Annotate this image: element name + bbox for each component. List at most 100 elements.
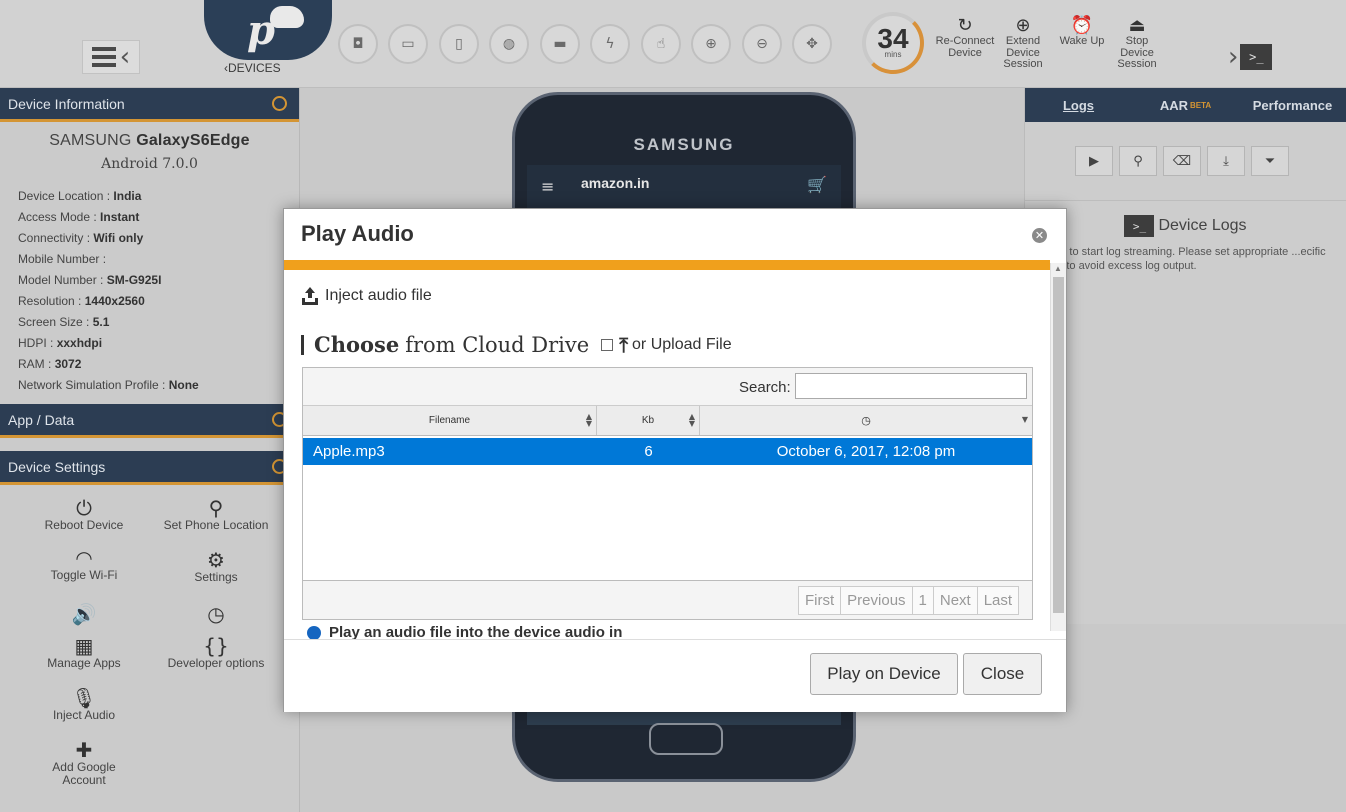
zoom-out-icon[interactable]: ⊖ (742, 24, 782, 64)
log-toolbar: ▶ ⚲ ⌫ ⤓ ⏷ (1025, 122, 1346, 176)
column-date[interactable]: ◷ ▼ (700, 406, 1032, 435)
location-label: Set Phone Location (163, 518, 269, 532)
reconnect-device-button[interactable]: ↻ Re-Connect Device (934, 16, 996, 59)
search-input[interactable] (795, 373, 1027, 399)
column-size[interactable]: Kb ▲ ▼ (597, 406, 700, 435)
reboot-device-button[interactable]: ⏻ Reboot Device (18, 497, 150, 532)
inject-audio-heading: Inject audio file (301, 286, 432, 306)
eraser-icon[interactable]: ⌫ (1163, 146, 1201, 176)
toggle-wifi-button[interactable]: ◠ Toggle Wi-Fi (18, 547, 150, 582)
braces-icon: {} (203, 634, 229, 658)
touch-icon[interactable]: ☝ (641, 24, 681, 64)
terminal-toggle-button[interactable]: › >_ (1228, 40, 1288, 74)
page-last-button[interactable]: Last (978, 587, 1018, 614)
developer-options-button[interactable]: {} Developer options (150, 635, 282, 670)
pcloudy-logo: p (204, 0, 332, 60)
hamburger-icon[interactable]: ≡ (541, 177, 554, 196)
manage-apps-button[interactable]: ▦ Manage Apps (18, 635, 150, 670)
play-on-device-button[interactable]: Play on Device (810, 653, 958, 695)
zoom-in-icon[interactable]: ⊕ (691, 24, 731, 64)
table-row[interactable]: Apple.mp3 6 October 6, 2017, 12:08 pm (303, 438, 1032, 465)
set-location-button[interactable]: ⚲ Set Phone Location (150, 497, 282, 532)
sort-icon: ▲ ▼ (585, 412, 592, 428)
volume-button[interactable]: 🔊 (18, 603, 150, 625)
tab-logs[interactable]: Logs (1025, 88, 1132, 122)
device-information-header[interactable]: Device Information (0, 88, 299, 122)
session-timer: 34 mins (862, 12, 924, 74)
upload-file-checkbox[interactable] (601, 338, 614, 351)
prop-value: 5.1 (92, 315, 110, 329)
dialog-footer: Play on Device Close (284, 639, 1066, 712)
add-google-account-button[interactable]: ✚ Add Google Account (18, 739, 150, 787)
extend-session-button[interactable]: ⊕ Extend Device Session (1000, 16, 1046, 71)
app-header: ≡ amazon.in 🛒 (527, 165, 841, 209)
column-filename[interactable]: Filename ▲ ▼ (303, 406, 597, 435)
volume-icon: 🔊 (71, 602, 97, 626)
filter-icon[interactable]: ⏷ (1251, 146, 1289, 176)
stop-label-3: Session (1117, 58, 1157, 70)
sort-icon: ▲ ▼ (688, 412, 695, 428)
stop-session-button[interactable]: ⏏ Stop Device Session (1114, 16, 1160, 71)
fullscreen-icon[interactable]: ✥ (792, 24, 832, 64)
right-panel: Logs AAR BETA Performance ▶ ⚲ ⌫ ⤓ ⏷ >_ De… (1024, 88, 1346, 624)
extend-label-1: Extend (1005, 35, 1041, 47)
search-icon[interactable]: ⚲ (1119, 146, 1157, 176)
flash-icon[interactable]: ϟ (590, 24, 630, 64)
upload-arrow-icon: ⤒ (619, 332, 629, 357)
extend-icon: ⊕ (1015, 15, 1031, 36)
table-header: Filename ▲ ▼ Kb ▲ ▼ ◷ ▼ (303, 406, 1032, 436)
prop-value: None (168, 378, 199, 392)
prop-value: 3072 (54, 357, 82, 371)
wake-up-label: Wake Up (1059, 35, 1105, 47)
globe-icon[interactable]: ◍ (489, 24, 529, 64)
alarm-clock-icon: ⏰ (1070, 15, 1094, 36)
page-number-button[interactable]: 1 (913, 587, 934, 614)
device-settings-title: Device Settings (8, 458, 106, 475)
wake-up-button[interactable]: ⏰ Wake Up (1058, 16, 1106, 48)
inject-audio-button[interactable]: 🎙 Inject Audio (18, 687, 150, 722)
camera-icon[interactable]: ◘ (338, 24, 378, 64)
rectangle-icon[interactable]: ▭ (388, 24, 428, 64)
tab-performance[interactable]: Performance (1239, 88, 1346, 122)
devices-link[interactable]: ‹DEVICES (224, 61, 281, 75)
close-button[interactable]: Close (963, 653, 1042, 695)
app-data-title: App / Data (8, 411, 75, 428)
settings-label: Settings (194, 570, 238, 584)
play-icon[interactable]: ▶ (1075, 146, 1113, 176)
upload-tray-icon (302, 287, 318, 305)
accent-bar (284, 260, 1050, 270)
clock-icon: ◷ (861, 414, 871, 427)
sort-desc-icon: ▼ (1021, 415, 1028, 424)
prop-label: Screen Size : (18, 315, 90, 329)
menu-toggle-button[interactable]: ‹ (82, 40, 140, 74)
device-model: GalaxyS6Edge (136, 132, 250, 149)
page-first-button[interactable]: First (799, 587, 842, 614)
settings-button[interactable]: ⚙ Settings (150, 549, 282, 584)
search-label: Search: (739, 379, 791, 396)
prop-label: Network Simulation Profile : (18, 378, 166, 392)
tab-aar[interactable]: AAR BETA (1132, 88, 1239, 122)
left-panel: Device Information SAMSUNG GalaxyS6Edge … (0, 88, 300, 812)
keyboard-icon[interactable]: ▬ (540, 24, 580, 64)
pagination: First Previous 1 Next Last (798, 586, 1020, 615)
download-icon[interactable]: ⤓ (1207, 146, 1245, 176)
wifi-icon: ◠ (75, 546, 93, 570)
tab-performance-label: Performance (1252, 97, 1333, 113)
phone-icon[interactable]: ▯ (439, 24, 479, 64)
inject-audio-label: Inject audio file (325, 287, 432, 304)
cart-icon[interactable]: 🛒 (807, 175, 827, 194)
screen-record-button[interactable]: ◷ (150, 603, 282, 625)
reconnect-label-2: Device (948, 46, 982, 59)
close-icon[interactable]: ✕ (1032, 228, 1047, 243)
app-data-header[interactable]: App / Data (0, 404, 299, 438)
developer-label: Developer options (167, 656, 265, 670)
page-next-button[interactable]: Next (934, 587, 978, 614)
page-previous-button[interactable]: Previous (841, 587, 913, 614)
table-search-bar: Search: (303, 368, 1032, 406)
play-audio-dialog: Play Audio ✕ ▲ Inject audio file Choose … (283, 208, 1067, 712)
android-version: Android 7.0.0 (101, 156, 198, 172)
collapse-icon[interactable] (272, 96, 287, 111)
home-button[interactable] (649, 723, 723, 755)
device-settings-header[interactable]: Device Settings (0, 451, 299, 485)
prop-connectivity: Connectivity : Wifi only (18, 228, 299, 249)
